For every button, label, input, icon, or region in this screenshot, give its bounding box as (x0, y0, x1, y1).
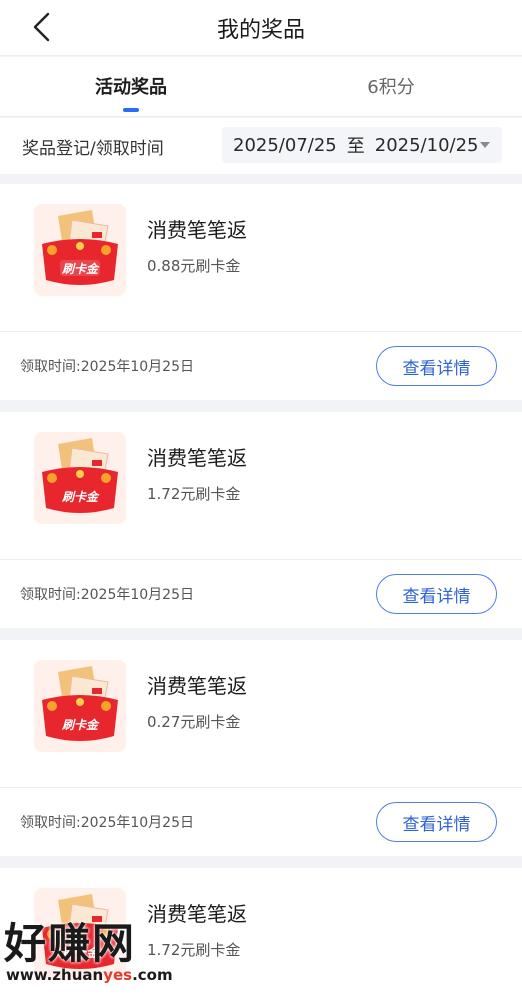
claim-time: 领取时间:2025年10月25日 (20, 815, 194, 831)
svg-text:刷卡金: 刷卡金 (61, 490, 100, 504)
card-divider (0, 787, 522, 788)
tab-points[interactable]: 6积分 (291, 73, 491, 99)
date-range-picker[interactable]: 2025/07/25 至 2025/10/25 (222, 127, 502, 163)
date-separator: 至 (346, 136, 365, 157)
card-divider (0, 559, 522, 560)
prize-title: 消费笔笔返 (147, 218, 247, 242)
prize-card: 刷卡金 消费笔笔返 1.72元刷卡金 领取时间:2025年10月25日 查看详情 (0, 412, 522, 628)
caret-down-icon (480, 142, 490, 148)
svg-text:刷卡金: 刷卡金 (61, 262, 100, 276)
active-tab-indicator (123, 108, 139, 112)
view-details-button[interactable]: 查看详情 (376, 574, 497, 614)
page-title: 我的奖品 (216, 18, 305, 43)
claim-time: 领取时间:2025年10月25日 (20, 587, 194, 603)
card-divider (0, 331, 522, 332)
prize-title: 消费笔笔返 (147, 674, 247, 698)
tab-bar: 活动奖品 6积分 (0, 57, 522, 117)
site-watermark: 好赚网 www.zhuanyes.com (0, 910, 210, 990)
prize-card: 刷卡金 消费笔笔返 0.27元刷卡金 领取时间:2025年10月25日 查看详情 (0, 640, 522, 856)
red-envelope-icon: 刷卡金 (34, 432, 126, 524)
badge-label: 刷卡金 (60, 260, 100, 276)
prize-amount: 0.27元刷卡金 (147, 713, 241, 731)
filter-label: 奖品登记/领取时间 (22, 139, 164, 159)
watermark-url: www.zhuanyes.com (6, 966, 173, 984)
svg-text:刷卡金: 刷卡金 (61, 718, 100, 732)
view-details-button[interactable]: 查看详情 (376, 802, 497, 842)
prize-title: 消费笔笔返 (147, 446, 247, 470)
end-date: 2025/10/25 (374, 134, 479, 156)
badge-label: 刷卡金 (61, 718, 100, 732)
top-nav-bar: 我的奖品 (0, 0, 522, 56)
red-envelope-icon: 刷卡金 (34, 660, 126, 752)
prize-card: 刷卡金 消费笔笔返 0.88元刷卡金 领取时间:2025年10月25日 查看详情 (0, 184, 522, 400)
prize-amount: 0.88元刷卡金 (147, 257, 241, 275)
date-filter-bar: 奖品登记/领取时间 2025/07/25 至 2025/10/25 (0, 118, 522, 174)
tab-activity-prizes[interactable]: 活动奖品 (31, 73, 231, 99)
start-date: 2025/07/25 (233, 134, 337, 156)
watermark-brand: 好赚网 (4, 919, 137, 968)
claim-time: 领取时间:2025年10月25日 (20, 359, 194, 375)
view-details-button[interactable]: 查看详情 (376, 346, 497, 386)
prize-amount: 1.72元刷卡金 (147, 485, 241, 503)
badge-label: 刷卡金 (61, 490, 100, 504)
red-envelope-icon: 刷卡金 (34, 204, 126, 296)
